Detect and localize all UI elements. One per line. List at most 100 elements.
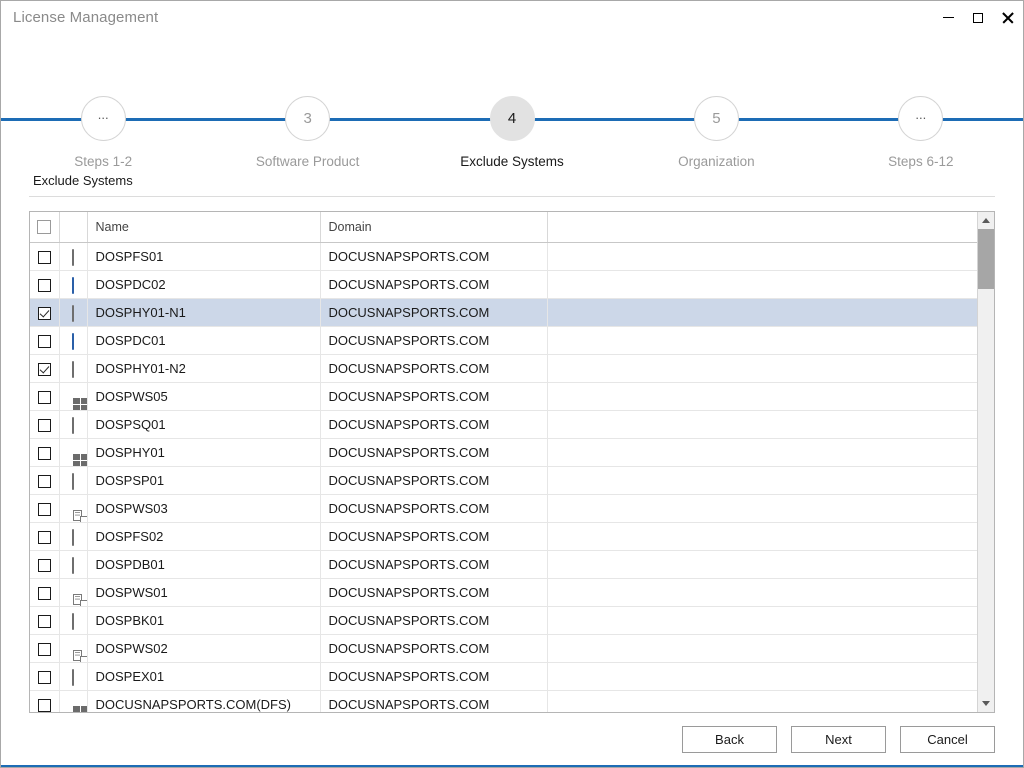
row-spacer xyxy=(547,662,977,691)
vertical-scrollbar[interactable] xyxy=(977,212,994,712)
stepper-badge-text: ... xyxy=(97,106,109,122)
row-domain: DOCUSNAPSPORTS.COM xyxy=(320,578,548,607)
stepper-badge-text: 4 xyxy=(507,110,517,127)
stepper-step-3[interactable]: 4 Exclude Systems xyxy=(410,34,614,169)
row-checkbox[interactable] xyxy=(37,279,51,293)
table-row[interactable]: DOSPHY01-N2 DOCUSNAPSPORTS.COM xyxy=(30,354,977,383)
stepper-step-5[interactable]: ... Steps 6-12 xyxy=(819,34,1023,169)
stepper-steps: ... Steps 1-2 3 Software Product 4 Exclude Sy… xyxy=(1,34,1023,169)
stepper-step-4[interactable]: 5 Organization xyxy=(614,34,818,169)
page-content: Exclude Systems Name Domain DOSPFS01 DOC… xyxy=(1,149,1023,713)
table-row[interactable]: DOSPWS01 DOCUSNAPSPORTS.COM xyxy=(30,578,977,607)
row-checkbox[interactable] xyxy=(37,307,51,321)
row-checkbox-cell[interactable] xyxy=(30,298,60,327)
row-checkbox-cell[interactable] xyxy=(30,466,60,495)
systems-grid: Name Domain DOSPFS01 DOCUSNAPSPORTS.COM DO… xyxy=(29,211,995,713)
row-checkbox-cell[interactable] xyxy=(30,382,60,411)
scroll-up-button[interactable] xyxy=(978,212,994,229)
row-checkbox-cell[interactable] xyxy=(30,270,60,299)
stepper-badge: ... xyxy=(898,96,944,141)
row-icon-cell xyxy=(59,494,88,523)
row-checkbox[interactable] xyxy=(37,419,51,433)
row-checkbox-cell[interactable] xyxy=(30,578,60,607)
row-checkbox-cell[interactable] xyxy=(30,410,60,439)
row-name: DOSPWS05 xyxy=(87,382,321,411)
scroll-down-button[interactable] xyxy=(978,695,994,712)
name-column-header[interactable]: Name xyxy=(87,212,321,243)
row-domain: DOCUSNAPSPORTS.COM xyxy=(320,354,548,383)
row-checkbox-cell[interactable] xyxy=(30,550,60,579)
cancel-button[interactable]: Cancel xyxy=(900,725,995,753)
row-icon-cell xyxy=(59,634,88,663)
row-checkbox-cell[interactable] xyxy=(30,634,60,663)
table-row[interactable]: DOSPFS01 DOCUSNAPSPORTS.COM xyxy=(30,242,977,271)
table-row[interactable]: DOSPDB01 DOCUSNAPSPORTS.COM xyxy=(30,550,977,579)
row-icon-cell xyxy=(59,522,88,551)
scrollbar-track[interactable] xyxy=(978,229,994,695)
table-row[interactable]: DOSPSP01 DOCUSNAPSPORTS.COM xyxy=(30,466,977,495)
row-name: DOSPWS01 xyxy=(87,578,321,607)
row-checkbox[interactable] xyxy=(37,475,51,489)
stepper-step-2[interactable]: 3 Software Product xyxy=(205,34,409,169)
row-icon-cell xyxy=(59,466,88,495)
row-icon-cell xyxy=(59,410,88,439)
row-checkbox[interactable] xyxy=(37,251,51,265)
next-button[interactable]: Next xyxy=(791,725,886,753)
row-spacer xyxy=(547,270,977,299)
systems-table: Name Domain DOSPFS01 DOCUSNAPSPORTS.COM DO… xyxy=(30,212,977,712)
table-row[interactable]: DOSPSQ01 DOCUSNAPSPORTS.COM xyxy=(30,410,977,439)
row-checkbox-cell[interactable] xyxy=(30,662,60,691)
back-button[interactable]: Back xyxy=(682,725,777,753)
row-checkbox[interactable] xyxy=(37,531,51,545)
row-icon-cell xyxy=(59,438,88,467)
table-row[interactable]: DOSPWS02 DOCUSNAPSPORTS.COM xyxy=(30,634,977,663)
stepper-step-1[interactable]: ... Steps 1-2 xyxy=(1,34,205,169)
row-icon-cell xyxy=(59,578,88,607)
select-all-checkbox[interactable] xyxy=(37,220,52,235)
table-row[interactable]: DOSPWS05 DOCUSNAPSPORTS.COM xyxy=(30,382,977,411)
close-button[interactable] xyxy=(993,1,1023,34)
row-checkbox[interactable] xyxy=(37,615,51,629)
row-checkbox[interactable] xyxy=(37,335,51,349)
row-checkbox-cell[interactable] xyxy=(30,522,60,551)
table-row[interactable]: DOSPDC01 DOCUSNAPSPORTS.COM xyxy=(30,326,977,355)
table-row[interactable]: DOSPHY01 DOCUSNAPSPORTS.COM xyxy=(30,438,977,467)
row-checkbox[interactable] xyxy=(37,391,51,405)
row-checkbox-cell[interactable] xyxy=(30,606,60,635)
row-checkbox-cell[interactable] xyxy=(30,438,60,467)
row-checkbox[interactable] xyxy=(37,643,51,657)
minimize-button[interactable] xyxy=(933,1,963,34)
maximize-button[interactable] xyxy=(963,1,993,34)
table-row[interactable]: DOSPHY01-N1 DOCUSNAPSPORTS.COM xyxy=(30,298,977,327)
row-checkbox[interactable] xyxy=(37,363,51,377)
row-checkbox[interactable] xyxy=(37,559,51,573)
row-checkbox-cell[interactable] xyxy=(30,690,60,712)
table-row[interactable]: DOSPEX01 DOCUSNAPSPORTS.COM xyxy=(30,662,977,691)
table-row[interactable]: DOSPBK01 DOCUSNAPSPORTS.COM xyxy=(30,606,977,635)
row-checkbox[interactable] xyxy=(37,587,51,601)
row-icon-cell xyxy=(59,270,88,299)
footer-accent-line xyxy=(1,765,1023,767)
row-icon-cell xyxy=(59,354,88,383)
row-checkbox[interactable] xyxy=(37,447,51,461)
row-spacer xyxy=(547,438,977,467)
table-row[interactable]: DOSPWS03 DOCUSNAPSPORTS.COM xyxy=(30,494,977,523)
stepper-badge-text: 5 xyxy=(712,110,721,127)
select-all-header[interactable] xyxy=(30,212,60,243)
row-checkbox[interactable] xyxy=(37,503,51,517)
domain-column-header[interactable]: Domain xyxy=(320,212,548,243)
row-checkbox-cell[interactable] xyxy=(30,242,60,271)
row-icon-cell xyxy=(59,606,88,635)
stepper-badge: 5 xyxy=(693,96,739,141)
row-checkbox-cell[interactable] xyxy=(30,326,60,355)
table-row[interactable]: DOSPFS02 DOCUSNAPSPORTS.COM xyxy=(30,522,977,551)
table-row[interactable]: DOSPDC02 DOCUSNAPSPORTS.COM xyxy=(30,270,977,299)
row-checkbox[interactable] xyxy=(37,671,51,685)
scrollbar-thumb[interactable] xyxy=(978,229,994,289)
row-checkbox-cell[interactable] xyxy=(30,354,60,383)
row-domain: DOCUSNAPSPORTS.COM xyxy=(320,662,548,691)
table-row[interactable]: DOCUSNAPSPORTS.COM(DFS) DOCUSNAPSPORTS.CO… xyxy=(30,690,977,712)
row-domain: DOCUSNAPSPORTS.COM xyxy=(320,522,548,551)
row-checkbox[interactable] xyxy=(37,699,51,712)
row-checkbox-cell[interactable] xyxy=(30,494,60,523)
